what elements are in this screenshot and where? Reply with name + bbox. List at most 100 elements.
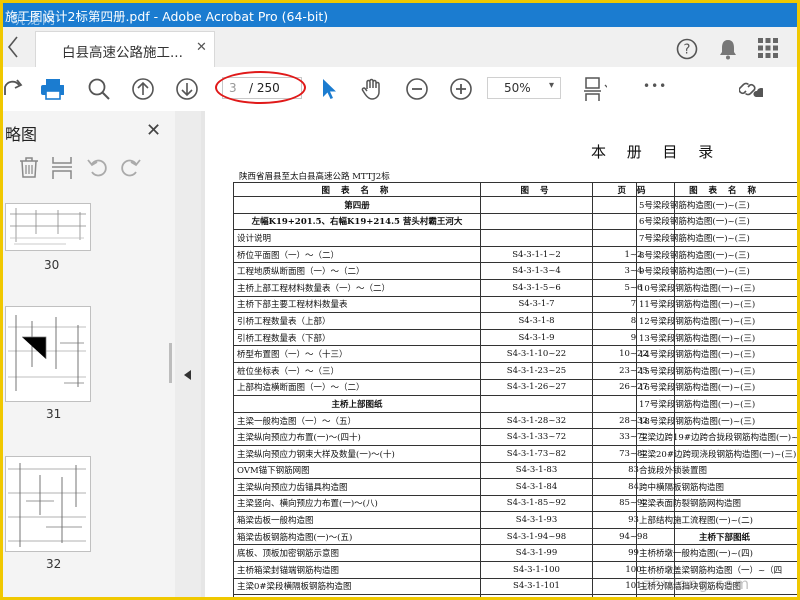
thumbnail-drawing <box>10 208 86 245</box>
cell-name: 主梁一般构造图（一）～（五） <box>233 411 481 430</box>
table-row: 主梁一般构造图（一）～（五） S4-3-1-28~32 28~32 <box>233 411 675 430</box>
table-row: 13号梁段钢筋构造图(一)~(三) <box>635 328 797 347</box>
cell-code: S4-3-1-1~2 <box>480 245 593 264</box>
table-row: 第四册 <box>233 196 675 214</box>
table-row: 7号梁段钢筋构造图(一)~(三) <box>635 229 797 247</box>
thumbnails-panel: 略图 ✕ 30 31 32 <box>3 111 176 597</box>
document-view[interactable]: 本 册 目 录 陕西省眉县至太白县高速公路 MTTJ2标 图 表 名 称 图 号… <box>201 111 797 597</box>
section-heading: 主桥下部图纸 <box>635 527 797 546</box>
cell-name: 桥型布置图（一）～（十三） <box>233 345 481 363</box>
cell-code: S4-3-1-28~32 <box>480 411 593 430</box>
cell-name: 主梁0#梁段横隔板钢筋构造图 <box>233 577 481 596</box>
fit-page-icon[interactable] <box>583 77 607 101</box>
table-row: 上部结构施工流程图(一)~(二) <box>635 511 797 529</box>
cell-code: S4-3-1-26~27 <box>480 378 593 397</box>
table-header-row: 图 表 名 称 图 号 页 码 <box>233 182 675 197</box>
rotate-counterclockwise-icon[interactable] <box>87 155 109 179</box>
hand-tool-icon[interactable] <box>360 77 384 101</box>
main-toolbar: 3 / 250 50% ▾ ••• <box>3 67 797 112</box>
cell-name: 13号梁段钢筋构造图(一)~(三) <box>635 328 797 347</box>
cell-code: S4-3-1-93 <box>480 511 593 529</box>
cell-name: 跨中横隔板钢筋构造图 <box>635 478 797 496</box>
cell-name: 箱梁齿板一般构造图 <box>233 511 481 529</box>
scroll-left-icon[interactable] <box>7 35 21 59</box>
cell-name: 主梁竖向、横向预应力布置(一)～(八) <box>233 494 481 513</box>
table-row: 17号梁段钢筋构造图(一)~(三) <box>635 395 797 413</box>
table-row: 桥位平面图（一）～（二） S4-3-1-1~2 1~2 <box>233 245 675 264</box>
table-row: 主梁0#梁段横隔板钢筋构造图 S4-3-1-101 101 <box>233 577 675 596</box>
cell-name: 引桥工程数量表（上部） <box>233 312 481 330</box>
header-code: 图 号 <box>480 182 593 197</box>
zoom-level-select[interactable]: 50% ▾ <box>487 77 561 99</box>
cell-code: S4-3-1-99 <box>480 544 593 563</box>
table-row: 主梁竖向、横向预应力布置(一)～(八) S4-3-1-85~92 85~92 <box>233 494 675 513</box>
table-row: 主梁纵向预应力布置(一)～(四十) S4-3-1-33~72 33~72 <box>233 428 675 446</box>
table-row: 主梁表面防裂钢筋网构造图 <box>635 494 797 513</box>
share-upload-icon[interactable] <box>3 77 27 101</box>
link-cloud-icon[interactable] <box>739 77 763 101</box>
table-row: 主梁20#边跨现浇段钢筋构造图(一)~(三) <box>635 444 797 463</box>
document-tab-label: 白县高速公路施工... <box>62 45 183 61</box>
cell-name: 主桥下部主要工程材料数量表 <box>233 295 481 314</box>
help-icon[interactable]: ? <box>675 37 699 61</box>
zoom-out-icon[interactable] <box>405 77 429 101</box>
next-page-icon[interactable] <box>175 77 199 101</box>
page-thumbnail[interactable] <box>5 203 91 251</box>
cell-name: 主梁纵向预应力布置(一)～(四十) <box>233 428 481 446</box>
header-name: 图 表 名 称 <box>635 182 797 197</box>
cell-name: 12号梁段钢筋构造图(一)~(三) <box>635 312 797 330</box>
cell-name: 桩位坐标表（一）～（三） <box>233 361 481 380</box>
cell-name: 引桥工程数量表（下部） <box>233 328 481 347</box>
close-tab-icon[interactable]: ✕ <box>196 40 207 55</box>
table-row: 箱梁齿板钢筋构造图(一)～(五) S4-3-1-94~98 94~98 <box>233 527 675 546</box>
table-row: 主桥上部工程材料数量表（一）～（二） S4-3-1-5~6 5~6 <box>233 278 675 297</box>
table-row: 主桥支座垫石钢筋构造图 <box>635 594 797 597</box>
cell-name: 上部结构施工流程图(一)~(二) <box>635 511 797 529</box>
contents-table: 图 表 名 称 图 号 页 码 第四册 左幅K19+201.5、右幅K19+21… <box>233 182 675 597</box>
zoom-search-icon[interactable] <box>87 77 111 101</box>
document-tab[interactable]: 白县高速公路施工... ✕ <box>35 31 215 67</box>
cell-name: 主桥上部工程材料数量表（一）～（二） <box>233 278 481 297</box>
contents-title: 本 册 目 录 <box>591 143 722 161</box>
cell-code: S4-3-1-33~72 <box>480 428 593 446</box>
volume-label: 第四册 <box>233 196 481 214</box>
more-tools-icon[interactable]: ••• <box>643 79 667 93</box>
thumbnail-scrollbar[interactable] <box>169 343 172 383</box>
table-row: 主桥上部图纸 <box>233 395 675 413</box>
table-row: 主桥下部图纸 <box>635 527 797 546</box>
apps-grid-icon[interactable] <box>757 37 779 59</box>
table-row: 5号梁段钢筋构造图(一)~(三) <box>635 196 797 214</box>
page-layout-icon[interactable] <box>51 155 75 181</box>
table-row: 桥型布置图（一）～（十三） S4-3-1-10~22 10~22 <box>233 345 675 363</box>
thumbnails-panel-title: 略图 <box>5 125 38 144</box>
cell-name: 6号梁段钢筋构造图(一)~(三) <box>635 212 797 231</box>
table-row: 桩位坐标表（一）～（三） S4-3-1-23~25 23~25 <box>233 361 675 380</box>
watermark-logo: 筑龙网 <box>12 13 58 28</box>
table-row: 16号梁段钢筋构造图(一)~(三) <box>635 378 797 397</box>
previous-page-icon[interactable] <box>131 77 155 101</box>
rotate-clockwise-icon[interactable] <box>119 155 141 179</box>
table-row: 底板、顶板加密钢筋示意图 S4-3-1-99 99 <box>233 544 675 563</box>
page-thumbnail[interactable] <box>5 456 91 552</box>
thumbnail-page-number: 31 <box>46 407 62 421</box>
print-icon[interactable] <box>40 77 64 101</box>
delete-page-icon[interactable] <box>17 155 41 179</box>
page-thumbnail[interactable] <box>5 306 91 402</box>
close-panel-icon[interactable]: ✕ <box>146 120 161 141</box>
table-row: 箱梁齿板一般构造图 S4-3-1-93 93 <box>233 511 675 529</box>
cell-code: S4-3-1-100 <box>480 561 593 579</box>
acrobat-window: 施工图设计2标第四册.pdf - Adobe Acrobat Pro (64-b… <box>3 3 797 597</box>
collapse-panel-icon[interactable] <box>183 369 193 381</box>
table-row: 主桥桥墩一般构造图(一)~(四) <box>635 544 797 563</box>
select-cursor-icon[interactable] <box>319 77 343 101</box>
table-row: 设计说明 <box>233 229 675 247</box>
cell-name: 7号梁段钢筋构造图(一)~(三) <box>635 229 797 247</box>
table-row: 主梁边跨19#边跨合拢段钢筋构造图(一)~(三 <box>635 428 797 446</box>
table-row: 14号梁段钢筋构造图(一)~(三) <box>635 345 797 363</box>
cell-code: S4-3-1-85~92 <box>480 494 593 513</box>
notifications-bell-icon[interactable] <box>717 37 739 61</box>
cell-code: S4-3-1-84 <box>480 478 593 496</box>
zoom-in-icon[interactable] <box>449 77 473 101</box>
cell-code: S4-3-1-10~22 <box>480 345 593 363</box>
cell-name: 合拢段外锁装置图 <box>635 461 797 480</box>
